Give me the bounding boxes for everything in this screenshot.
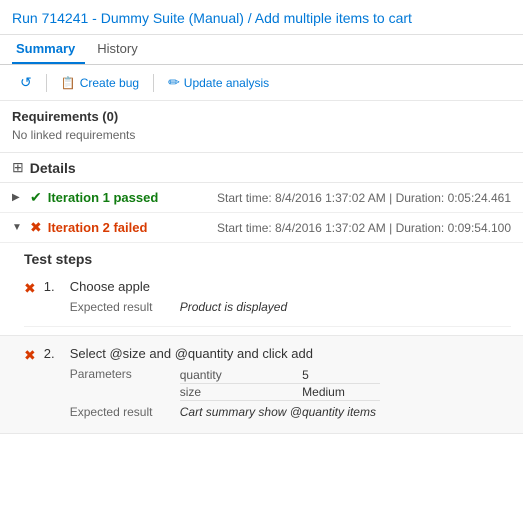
iteration-1-meta: Start time: 8/4/2016 1:37:02 AM | Durati… — [217, 191, 511, 205]
requirements-section: Requirements (0) No linked requirements — [0, 101, 523, 152]
step-1-error-icon: ✖ — [24, 280, 36, 297]
step-2-row: ✖ 2. Select @size and @quantity and clic… — [24, 342, 511, 423]
iteration-1-row[interactable]: ▶ ✔ Iteration 1 passed Start time: 8/4/2… — [0, 183, 523, 213]
step-2-section: ✖ 2. Select @size and @quantity and clic… — [0, 335, 523, 434]
iteration-2-label: Iteration 2 failed — [48, 220, 217, 235]
details-title: Details — [30, 160, 76, 176]
step-1-content: Choose apple Expected result Product is … — [70, 279, 511, 318]
test-steps-title: Test steps — [24, 251, 511, 267]
test-steps-section: Test steps ✖ 1. Choose apple Expected re… — [0, 243, 523, 335]
toolbar: ↺ 📋 Create bug ✏ Update analysis — [0, 65, 523, 101]
step-1-expected-label: Expected result — [70, 300, 180, 314]
refresh-button[interactable]: ↺ — [12, 71, 40, 94]
tab-history[interactable]: History — [93, 35, 147, 64]
requirements-empty: No linked requirements — [12, 128, 511, 142]
step-1-expected-row: Expected result Product is displayed — [70, 300, 511, 314]
requirements-title: Requirements (0) — [12, 109, 511, 124]
step-1-number: 1. — [44, 279, 62, 294]
param-quantity-value: 5 — [302, 367, 380, 384]
iteration-1-status-icon: ✔ — [30, 189, 42, 206]
toolbar-divider-2 — [153, 74, 154, 92]
step-2-expected-value: Cart summary show @quantity items — [180, 405, 511, 419]
tab-summary[interactable]: Summary — [12, 35, 85, 64]
toolbar-divider — [46, 74, 47, 92]
param-quantity-name: quantity — [180, 367, 302, 384]
iteration-2-meta: Start time: 8/4/2016 1:37:02 AM | Durati… — [217, 221, 511, 235]
step-2-error-icon: ✖ — [24, 347, 36, 364]
update-analysis-button[interactable]: ✏ Update analysis — [160, 71, 277, 94]
step-2-content: Select @size and @quantity and click add… — [70, 346, 511, 423]
step-2-params-row: Parameters quantity 5 size Medium — [70, 367, 511, 401]
param-size-name: size — [180, 384, 302, 401]
step-2-params-table: quantity 5 size Medium — [180, 367, 380, 401]
iteration-2-chevron: ▼ — [12, 222, 26, 233]
details-header: ⊞ Details — [0, 152, 523, 183]
param-size-value: Medium — [302, 384, 380, 401]
step-2-params-label: Parameters — [70, 367, 180, 381]
step-1-action: Choose apple — [70, 279, 511, 294]
pencil-icon: ✏ — [168, 74, 180, 91]
iteration-2-status-icon: ✖ — [30, 219, 42, 236]
step-2-number: 2. — [44, 346, 62, 361]
param-quantity-row: quantity 5 — [180, 367, 380, 384]
step-2-expected-row: Expected result Cart summary show @quant… — [70, 405, 511, 419]
bug-icon: 📋 — [61, 76, 76, 90]
step-2-action: Select @size and @quantity and click add — [70, 346, 511, 361]
expand-box-icon: ⊞ — [12, 159, 24, 176]
iteration-1-label: Iteration 1 passed — [48, 190, 217, 205]
iteration-1-chevron: ▶ — [12, 192, 26, 203]
tabs-bar: Summary History — [0, 35, 523, 65]
refresh-icon: ↺ — [20, 74, 32, 91]
param-size-row: size Medium — [180, 384, 380, 401]
page-title: Run 714241 - Dummy Suite (Manual) / Add … — [0, 0, 523, 35]
step-2-expected-label: Expected result — [70, 405, 180, 419]
iteration-2-row[interactable]: ▼ ✖ Iteration 2 failed Start time: 8/4/2… — [0, 213, 523, 243]
step-1-expected-value: Product is displayed — [180, 300, 511, 314]
step-1-row: ✖ 1. Choose apple Expected result Produc… — [24, 275, 511, 327]
create-bug-button[interactable]: 📋 Create bug — [53, 73, 147, 93]
